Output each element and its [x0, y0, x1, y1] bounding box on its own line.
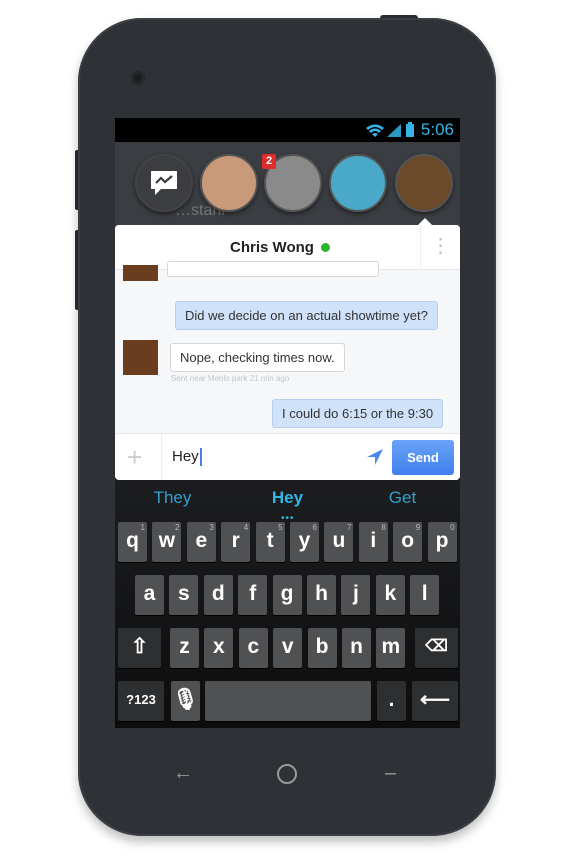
- microphone-key[interactable]: 🎙: [171, 681, 200, 721]
- back-icon[interactable]: ←: [173, 762, 193, 785]
- key-hint: 7: [346, 523, 352, 532]
- key-hint: 8: [381, 523, 386, 532]
- key-hint: 0: [450, 523, 455, 532]
- keyboard: They Hey Get ••• ⇧ ⌫ ?123 🎙 . ⟵ q1w2e3r4…: [115, 480, 460, 728]
- key-r[interactable]: r4: [221, 522, 251, 562]
- screen: 5:06 …stahl 2 Chris Wong ⋮ Did we decide…: [115, 118, 460, 728]
- add-attachment-icon[interactable]: +: [127, 442, 142, 473]
- key-u[interactable]: u7: [324, 522, 354, 562]
- chat-head-chris-wong[interactable]: [395, 154, 453, 212]
- key-h[interactable]: h: [307, 575, 336, 615]
- key-m[interactable]: m: [376, 628, 406, 668]
- key-q[interactable]: q1: [118, 522, 147, 562]
- overflow-menu-icon[interactable]: ⋮: [420, 225, 460, 270]
- symbols-key[interactable]: ?123: [118, 681, 164, 721]
- key-hint: 9: [415, 523, 421, 532]
- key-hint: 1: [140, 523, 145, 532]
- key-i[interactable]: i8: [358, 522, 388, 562]
- chat-head-contact[interactable]: [200, 154, 258, 212]
- wifi-signal-icons: [366, 122, 414, 137]
- message-bubble-outgoing: I could do 6:15 or the 9:30: [272, 399, 444, 428]
- key-g[interactable]: g: [272, 575, 302, 615]
- messenger-icon: [151, 171, 177, 195]
- avatar: [123, 265, 158, 281]
- message-bubble-outgoing: Did we decide on an actual showtime yet?: [175, 301, 438, 330]
- key-j[interactable]: j: [341, 575, 371, 615]
- key-v[interactable]: v: [273, 628, 303, 668]
- avatar: [123, 340, 158, 375]
- suggestion[interactable]: Get: [345, 480, 460, 518]
- composer: + Hey Send: [115, 433, 460, 480]
- key-hint: 3: [209, 523, 214, 532]
- space-key[interactable]: [205, 681, 371, 721]
- key-k[interactable]: k: [375, 575, 405, 615]
- contact-name: Chris Wong: [115, 239, 445, 256]
- key-x[interactable]: x: [204, 628, 234, 668]
- key-b[interactable]: b: [307, 628, 337, 668]
- chat-panel: Chris Wong ⋮ Did we decide on an actual …: [115, 225, 460, 480]
- messenger-chat-head[interactable]: [135, 154, 193, 212]
- send-button[interactable]: Send: [392, 440, 454, 475]
- message-input[interactable]: Hey: [161, 434, 202, 480]
- shift-key[interactable]: ⇧: [118, 628, 161, 668]
- key-hint: 2: [174, 523, 180, 532]
- home-icon[interactable]: [277, 764, 297, 784]
- key-l[interactable]: l: [410, 575, 440, 615]
- enter-key[interactable]: ⟵: [412, 681, 458, 721]
- key-o[interactable]: o9: [393, 522, 423, 562]
- key-s[interactable]: s: [169, 575, 199, 615]
- unread-badge: 2: [262, 154, 276, 169]
- message-bubble-incoming: Nope, checking times now.: [170, 343, 345, 372]
- front-camera: [131, 71, 145, 85]
- key-p[interactable]: p0: [427, 522, 457, 562]
- online-indicator: [320, 243, 330, 252]
- status-bar: 5:06: [115, 118, 460, 142]
- message-bubble-partial: [167, 261, 379, 277]
- key-f[interactable]: f: [238, 575, 268, 615]
- key-t[interactable]: t5: [255, 522, 285, 562]
- key-w[interactable]: w2: [152, 522, 182, 562]
- key-c[interactable]: c: [238, 628, 268, 668]
- key-hint: 5: [278, 523, 283, 532]
- clock: 5:06: [420, 120, 454, 139]
- key-e[interactable]: e3: [186, 522, 216, 562]
- key-n[interactable]: n: [342, 628, 371, 668]
- chat-head-contact[interactable]: [329, 154, 387, 212]
- message-meta: Sent near Menlo park 21 min ago: [171, 374, 290, 383]
- period-key[interactable]: .: [377, 681, 406, 721]
- key-hint: 4: [243, 523, 249, 532]
- menu-icon[interactable]: –: [385, 762, 396, 785]
- key-d[interactable]: d: [203, 575, 233, 615]
- backspace-key[interactable]: ⌫: [415, 628, 458, 668]
- key-a[interactable]: a: [135, 575, 164, 615]
- location-icon[interactable]: [365, 447, 385, 467]
- key-y[interactable]: y6: [290, 522, 319, 562]
- key-z[interactable]: z: [170, 628, 199, 668]
- key-hint: 6: [312, 523, 317, 532]
